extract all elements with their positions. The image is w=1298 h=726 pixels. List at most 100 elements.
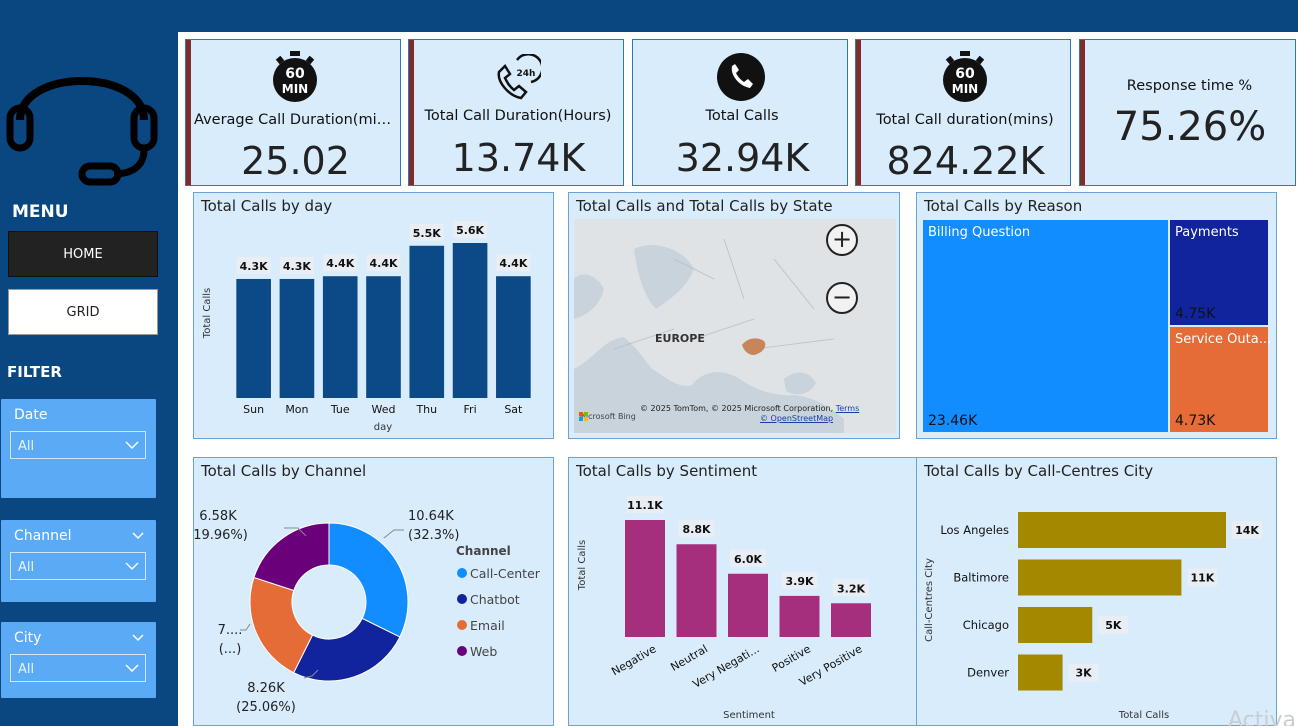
map-calls-by-state[interactable]: Total Calls and Total Calls by State + −…: [568, 192, 900, 439]
kpi-label: Total Call Duration(Hours): [424, 108, 612, 124]
bar-sentiment[interactable]: [676, 544, 717, 637]
bar-sat[interactable]: [496, 276, 531, 398]
legend-item-call-center[interactable]: Call-Center: [470, 566, 541, 581]
kpi-value: 75.26%: [1113, 104, 1267, 150]
chevron-down-icon: [125, 664, 139, 673]
map-canvas[interactable]: + − EUROPE Microsoft Bing © 2025 TomTom,…: [574, 219, 896, 433]
stopwatch-number: 60: [285, 66, 305, 82]
kpi-card-response-time[interactable]: Response time % 75.26%: [1079, 39, 1296, 186]
donut-slice-web[interactable]: [253, 522, 330, 592]
chart-title: Total Calls and Total Calls by State: [576, 197, 833, 215]
chart-calls-by-sentiment[interactable]: 11.1K Negative 8.8K Neutral 6.0K Very Negati.…: [568, 457, 954, 726]
data-label: 6.0K: [734, 553, 762, 566]
data-label: 5.6K: [456, 224, 484, 237]
city-dropdown[interactable]: All: [10, 654, 146, 682]
legend-item-web[interactable]: Web: [470, 644, 497, 659]
donut-slice-call-center[interactable]: [328, 522, 409, 638]
city-dropdown-value: All: [18, 662, 35, 677]
slice-percent-label: (19.96%): [194, 528, 248, 543]
home-button[interactable]: HOME: [8, 231, 158, 277]
map-brand: Microsoft Bing: [579, 412, 636, 421]
y-axis-label: Total Calls: [202, 288, 213, 339]
x-tick-label: Fri: [464, 403, 477, 416]
x-tick-label: Positive: [770, 642, 813, 675]
data-label: 5.5K: [413, 227, 441, 240]
treemap-tile-service-outage[interactable]: Service Outa... 4.73K: [1170, 327, 1272, 432]
chevron-down-icon[interactable]: [132, 634, 144, 642]
kpi-card-avg-duration[interactable]: 60 MIN Average Call Duration(mins) 25.02: [185, 39, 401, 186]
leader-line: [383, 529, 404, 539]
treemap-tile-payments[interactable]: Payments 4.75K: [1170, 220, 1268, 325]
city-slicer-label: City: [14, 630, 42, 646]
treemap-tile-value: 4.75K: [1175, 306, 1216, 322]
y-axis-label: Call-Centres City: [924, 558, 935, 642]
treemap-calls-by-reason[interactable]: Total Calls by Reason Billing Question 2…: [916, 192, 1277, 439]
bar-tue[interactable]: [322, 276, 358, 398]
zoom-out-button[interactable]: −: [826, 282, 858, 314]
bar-sentiment[interactable]: [625, 520, 665, 637]
kpi-label: Total Calls: [705, 108, 779, 124]
data-label: 4.4K: [369, 257, 397, 270]
date-dropdown[interactable]: All: [10, 431, 146, 459]
treemap-tile-label: Service Outa...: [1175, 332, 1272, 347]
bar-wed[interactable]: [366, 276, 401, 398]
kpi-label: Average Call Duration(mins): [194, 112, 396, 128]
legend-item-email[interactable]: Email: [470, 618, 505, 633]
x-tick-label: Sat: [504, 403, 523, 416]
data-label: 5K: [1105, 619, 1122, 632]
bar-sentiment[interactable]: [728, 573, 768, 637]
grid-button[interactable]: GRID: [8, 289, 158, 335]
x-tick-label: Negative: [609, 642, 658, 678]
bar-city[interactable]: [1018, 607, 1093, 643]
phone-circle-icon: [717, 53, 765, 101]
treemap-tile-billing-question[interactable]: Billing Question 23.46K: [923, 220, 1168, 432]
kpi-card-total-duration-hours[interactable]: 24h Total Call Duration(Hours) 13.74K: [408, 39, 624, 186]
legend-item-chatbot[interactable]: Chatbot: [470, 592, 520, 607]
chart-calls-by-day[interactable]: 4.3K Sun 4.3K Mon 4.4K Tue 4.4K Wed 5.5K Thu 5.6K F…: [193, 192, 554, 439]
stopwatch-60-min-icon: 60 MIN: [943, 51, 987, 102]
channel-dropdown[interactable]: All: [10, 552, 146, 580]
chevron-down-icon: [125, 562, 139, 571]
bar-sentiment[interactable]: [779, 595, 820, 637]
bar-fri[interactable]: [452, 243, 488, 398]
x-tick-label: Thu: [415, 403, 437, 416]
treemap-tile-label: Payments: [1175, 225, 1239, 240]
x-tick-label: Sun: [243, 403, 264, 416]
chart-calls-by-city[interactable]: 14K Los Angeles 11K Baltimore 5K Chicago 3K Den…: [916, 457, 1277, 726]
x-axis-label: Total Calls: [1118, 710, 1169, 721]
slice-percent-label: (...): [219, 642, 242, 657]
y-tick-label: Los Angeles: [940, 523, 1009, 537]
date-dropdown-value: All: [18, 439, 35, 454]
zoom-in-button[interactable]: +: [826, 224, 858, 256]
bar-sentiment[interactable]: [831, 603, 871, 637]
channel-slicer: Channel All: [1, 520, 156, 602]
slice-value-label: 8.26K: [247, 681, 285, 696]
bar-sun[interactable]: [236, 278, 271, 398]
slice-percent-label: (32.3%): [408, 528, 459, 543]
kpi-value: 32.94K: [675, 136, 810, 180]
bar-city[interactable]: [1018, 512, 1226, 548]
kpi-card-total-duration-mins[interactable]: 60 MIN Total Call duration(mins) 824.22K: [855, 39, 1071, 186]
x-tick-label: Wed: [372, 403, 396, 416]
terms-link[interactable]: Terms: [836, 404, 860, 413]
bar-thu[interactable]: [409, 245, 445, 398]
data-label: 4.3K: [240, 260, 268, 273]
slice-value-label: 10.64K: [408, 509, 454, 524]
openstreetmap-link[interactable]: © OpenStreetMap: [760, 414, 833, 423]
data-label: 4.3K: [283, 260, 311, 273]
y-tick-label: Baltimore: [953, 571, 1009, 585]
phone-24h-icon: 24h: [497, 54, 541, 100]
legend-swatch: [457, 620, 467, 630]
legend-swatch: [457, 594, 467, 604]
kpi-card-total-calls[interactable]: Total Calls 32.94K: [632, 39, 848, 186]
kpi-value: 25.02: [241, 139, 350, 183]
data-label: 3K: [1075, 667, 1092, 680]
bar-city[interactable]: [1018, 559, 1182, 596]
legend-swatch: [457, 568, 467, 578]
x-axis-label: Sentiment: [723, 710, 775, 721]
bar-mon[interactable]: [279, 278, 315, 398]
bar-city[interactable]: [1018, 654, 1063, 691]
donut-calls-by-channel[interactable]: 10.64K (32.3%) 8.26K (25.06%) 7.... (...) 6.58…: [193, 457, 554, 726]
stopwatch-number: 60: [955, 66, 975, 82]
chevron-down-icon[interactable]: [132, 532, 144, 540]
